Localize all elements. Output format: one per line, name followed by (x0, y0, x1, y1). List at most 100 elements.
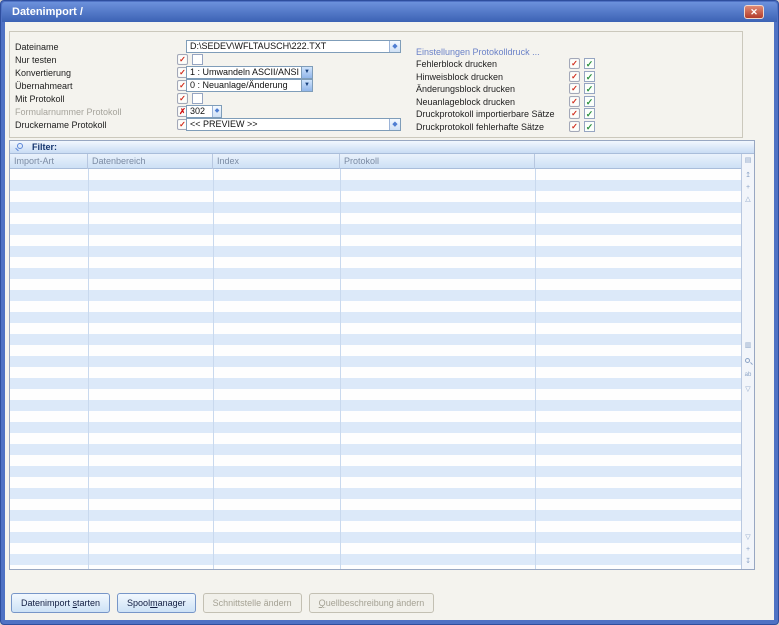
fehlerhafte-saetze-checkbox[interactable]: ✓ (584, 121, 595, 132)
button-label: Datenimport (21, 598, 73, 608)
fehlerhafte-saetze-edit-icon[interactable]: ✓ (569, 121, 580, 132)
druckername-combo[interactable]: << PREVIEW >> ◆ (186, 118, 401, 131)
scroll-to-bottom-icon[interactable]: ↧ (742, 556, 754, 567)
filter-funnel-icon[interactable]: ▽ (742, 384, 754, 395)
window-title: Datenimport / (12, 6, 83, 18)
diamond-icon: ◆ (215, 108, 220, 114)
neuanlageblock-edit-icon[interactable]: ✓ (569, 96, 580, 107)
scroll-handle-icon[interactable]: + (742, 544, 754, 555)
protokolldruck-settings-link[interactable]: Einstellungen Protokolldruck ... (416, 46, 540, 58)
formularnummer-value: 302 (187, 106, 212, 117)
edit-check-icon: ✓ (571, 72, 578, 81)
diamond-icon: ◆ (392, 121, 397, 128)
hinweisblock-label: Hinweisblock drucken (416, 71, 503, 83)
button-label: tarten (77, 598, 100, 608)
search-icon (745, 358, 750, 363)
aenderungsblock-edit-icon[interactable]: ✓ (569, 83, 580, 94)
button-label: uellbeschreibung ändern (326, 598, 425, 608)
scroll-handle-icon[interactable]: + (742, 182, 754, 193)
schnittstelle-aendern-button: Schnittstelle ändern (203, 593, 302, 613)
search-icon[interactable] (742, 356, 754, 367)
importierbare-saetze-edit-icon[interactable]: ✓ (569, 108, 580, 119)
edit-check-icon: ✓ (179, 94, 186, 103)
druckername-value: << PREVIEW >> (187, 119, 389, 130)
nur-testen-edit-icon[interactable]: ✓ (177, 54, 188, 65)
nur-testen-label: Nur testen (15, 54, 57, 66)
column-divider (88, 169, 89, 569)
chevron-down-icon: ▼ (304, 82, 310, 88)
formularnummer-picker-button[interactable]: ◆ (212, 106, 221, 117)
aenderungsblock-checkbox[interactable]: ✓ (584, 83, 595, 94)
mit-protokoll-checkbox[interactable] (192, 93, 203, 104)
quellbeschreibung-aendern-button: Quellbeschreibung ändern (309, 593, 435, 613)
filter-label: Filter: (32, 142, 57, 153)
diamond-icon: ◆ (392, 43, 397, 50)
fehlerhafte-saetze-label: Druckprotokoll fehlerhafte Sätze (416, 121, 544, 133)
konvertierung-dropdown-button[interactable]: ▼ (301, 67, 312, 78)
druckername-label: Druckername Protokoll (15, 119, 107, 131)
column-header-datenbereich[interactable]: Datenbereich (88, 154, 213, 169)
fehlerblock-edit-icon[interactable]: ✓ (569, 58, 580, 69)
grid-scroll-strip[interactable]: ▤ ↥ + △ ▥ ab ▽ ▽ + ↧ (741, 154, 754, 569)
edit-cross-icon: ✗ (179, 107, 186, 116)
titlebar[interactable]: Datenimport / ✕ (2, 2, 777, 22)
edit-check-icon: ✓ (179, 55, 186, 64)
formularnummer-label: Formularnummer Protokoll (15, 106, 122, 118)
hinweisblock-checkbox[interactable]: ✓ (584, 71, 595, 82)
check-icon: ✓ (586, 84, 594, 94)
aenderungsblock-label: Änderungsblock drucken (416, 83, 515, 95)
edit-check-icon: ✓ (179, 81, 186, 90)
hinweisblock-edit-icon[interactable]: ✓ (569, 71, 580, 82)
filter-bar[interactable]: Filter: (10, 141, 754, 154)
scroll-up-icon[interactable]: △ (742, 194, 754, 205)
column-divider (340, 169, 341, 569)
uebernahmeart-dropdown[interactable]: 0 : Neuanlage/Änderung ▼ (186, 79, 313, 92)
edit-check-icon: ✓ (179, 68, 186, 77)
edit-check-icon: ✓ (571, 109, 578, 118)
column-header-empty[interactable] (535, 154, 742, 169)
screen: Datenimport / ✕ Dateiname D:\SEDEV\WFLTA… (0, 0, 779, 625)
fehlerblock-checkbox[interactable]: ✓ (584, 58, 595, 69)
column-chooser-icon[interactable]: ▤ (742, 155, 754, 166)
button-label: Schnittstelle ändern (213, 598, 292, 608)
button-mnemonic: Q (319, 598, 326, 608)
datenimport-window: Datenimport / ✕ Dateiname D:\SEDEV\WFLTA… (0, 0, 779, 625)
check-icon: ✓ (586, 122, 594, 132)
edit-check-icon: ✓ (179, 120, 186, 129)
konvertierung-label: Konvertierung (15, 67, 71, 79)
nur-testen-checkbox[interactable] (192, 54, 203, 65)
spoolmanager-button[interactable]: Spoolmanager (117, 593, 196, 613)
formularnummer-input[interactable]: 302 ◆ (186, 105, 222, 118)
fehlerblock-label: Fehlerblock drucken (416, 58, 497, 70)
scroll-to-top-icon[interactable]: ↥ (742, 170, 754, 181)
dateiname-input[interactable]: D:\SEDEV\WFLTAUSCH\222.TXT ◆ (186, 40, 401, 53)
client-area: Dateiname D:\SEDEV\WFLTAUSCH\222.TXT ◆ N… (5, 22, 774, 620)
dateiname-browse-button[interactable]: ◆ (389, 41, 400, 52)
grid-body[interactable] (10, 169, 742, 569)
letters-icon[interactable]: ab (742, 370, 754, 381)
mit-protokoll-edit-icon[interactable]: ✓ (177, 93, 188, 104)
uebernahmeart-value: 0 : Neuanlage/Änderung (187, 80, 301, 91)
uebernahmeart-dropdown-button[interactable]: ▼ (301, 80, 312, 91)
column-divider (535, 169, 536, 569)
column-header-import-art[interactable]: Import-Art (10, 154, 88, 169)
uebernahmeart-label: Übernahmeart (15, 80, 73, 92)
edit-check-icon: ✓ (571, 97, 578, 106)
check-icon: ✓ (586, 97, 594, 107)
column-header-index[interactable]: Index (213, 154, 340, 169)
edit-check-icon: ✓ (571, 59, 578, 68)
neuanlageblock-label: Neuanlageblock drucken (416, 96, 515, 108)
scroll-down-icon[interactable]: ▽ (742, 532, 754, 543)
konvertierung-dropdown[interactable]: 1 : Umwandeln ASCII/ANSI ▼ (186, 66, 313, 79)
datenimport-starten-button[interactable]: Datenimport starten (11, 593, 110, 613)
view-columns-icon[interactable]: ▥ (742, 340, 754, 351)
close-button[interactable]: ✕ (744, 5, 764, 19)
importierbare-saetze-label: Druckprotokoll importierbare Sätze (416, 108, 555, 120)
neuanlageblock-checkbox[interactable]: ✓ (584, 96, 595, 107)
check-icon: ✓ (586, 109, 594, 119)
check-icon: ✓ (586, 72, 594, 82)
importierbare-saetze-checkbox[interactable]: ✓ (584, 108, 595, 119)
button-mnemonic: m (150, 598, 158, 608)
druckername-picker-button[interactable]: ◆ (389, 119, 400, 130)
column-header-protokoll[interactable]: Protokoll (340, 154, 535, 169)
